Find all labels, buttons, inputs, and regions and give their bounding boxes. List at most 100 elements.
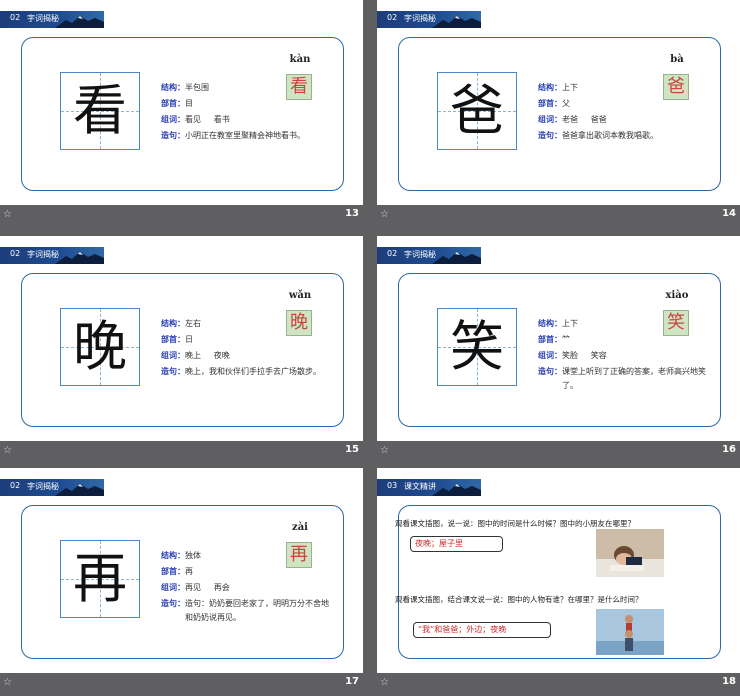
section-number: 02 [10,481,21,490]
structure-value: 独体 [185,551,201,560]
words-label: 组词： [161,351,185,360]
content-card: 看 kàn 看 结构： 半包围 部首：目 组词： 看见 看书 造句： 小明正在教室里聚… [21,37,344,191]
character-writing-grid: 晚 [60,308,140,386]
structure-value: 上下 [562,83,578,92]
star-icon[interactable]: ☆ [380,445,389,456]
section-band: 02 字词揭秘 [377,11,481,28]
slide-canvas: 02 字词揭秘 看 kàn 看 结构： 半包围 部首：目 组词： 看见 看书 造句：… [0,0,363,205]
structure-value: 上下 [562,319,578,328]
character-info: 结构： 上下 部首：⺮ 组词： 笑脸 笑容 造句： 课堂上听到了正确的答案，老师高兴地… [538,316,708,393]
section-title: 课文精讲 [404,482,436,491]
slide-number: 18 [722,676,736,687]
slide-number: 14 [722,208,736,219]
sentence-value: 小明正在教室里聚精会神地看书。 [185,131,305,140]
father-child-image [596,609,664,655]
slide-number: 15 [345,444,359,455]
slide-footer: ☆ 14 [377,205,740,228]
illustration-photo-2 [596,609,664,655]
sentence-value: 课堂上听到了正确的答案，老师高兴地笑了。 [562,367,706,390]
section-title: 字词揭秘 [404,14,436,23]
star-icon[interactable]: ☆ [3,445,12,456]
content-card: 爸 bà 爸 结构： 上下 部首：父 组词： 老爸 爸爸 造句： 爸爸拿出歌词本教我唱… [398,37,721,191]
words-label: 组词： [161,115,185,124]
section-band: 02 字词揭秘 [0,479,104,496]
main-character: 笑 [450,315,504,378]
content-card: 再 zài 再 结构： 独体 部首：再 组词： 再见 再会 造句： 造句：奶奶要回老家… [21,505,344,659]
structure-value: 半包围 [185,83,209,92]
child-reading-image [596,529,664,577]
section-band: 02 字词揭秘 [0,247,104,264]
section-band: 02 字词揭秘 [377,247,481,264]
pinyin-label: wǎn [288,290,312,301]
section-number: 03 [387,481,398,490]
structure-value: 左右 [185,319,201,328]
slide-thumbnail-16[interactable]: 02 字词揭秘 笑 xiào 笑 结构： 上下 部首：⺮ 组词： 笑脸 笑容 造句：… [377,236,740,464]
words-label: 组词： [161,583,185,592]
slide-thumbnail-17[interactable]: 02 字词揭秘 再 zài 再 结构： 独体 部首：再 组词： 再见 再会 造句：造… [0,468,363,696]
sentence-label: 造句： [538,131,562,140]
main-character: 再 [73,547,127,610]
main-character: 爸 [450,79,504,142]
slide-thumbnail-13[interactable]: 02 字词揭秘 看 kàn 看 结构： 半包围 部首：目 组词： 看见 看书 造句：… [0,0,363,228]
structure-label: 结构： [161,83,185,92]
illustration-photo-1 [596,529,664,577]
section-title: 字词揭秘 [27,250,59,259]
radical-value: 再 [185,567,193,576]
character-info: 结构： 左右 部首：日 组词： 晚上 夜晚 造句： 晚上，我和伙伴们手拉手去广场散步。 [161,316,331,380]
slide-footer: ☆ 17 [0,673,363,696]
sentence-value: 爸爸拿出歌词本教我唱歌。 [562,131,658,140]
words-label: 组词： [538,351,562,360]
pinyin-label: kàn [289,54,311,65]
character-writing-grid: 笑 [437,308,517,386]
pinyin-label: bà [670,54,684,65]
sentence-label: 造句： [161,599,185,608]
section-number: 02 [10,249,21,258]
words-value: 笑脸 笑容 [562,351,607,360]
section-number: 02 [10,13,21,22]
words-value: 晚上 夜晚 [185,351,230,360]
star-icon[interactable]: ☆ [3,209,12,220]
section-number: 02 [387,249,398,258]
pinyin-label: zài [292,522,308,533]
sentence-label: 造句： [161,367,185,376]
slide-footer: ☆ 18 [377,673,740,696]
slide-canvas: 02 字词揭秘 再 zài 再 结构： 独体 部首：再 组词： 再见 再会 造句：造… [0,468,363,673]
answer-bubble-2: “我”和爸爸；外边；夜晚 [413,622,551,638]
radical-label: 部首： [538,335,562,344]
sentence-label: 造句： [538,367,562,376]
radical-value: ⺮ [562,335,570,344]
words-value: 看见 看书 [185,115,230,124]
section-number: 02 [387,13,398,22]
slide-footer: ☆ 16 [377,441,740,464]
character-writing-grid: 看 [60,72,140,150]
slide-canvas: 02 字词揭秘 爸 bà 爸 结构： 上下 部首：父 组词： 老爸 爸爸 造句： 爸爸… [377,0,740,205]
words-value: 老爸 爸爸 [562,115,607,124]
question-2: 观看课文插图，结合课文说一说：图中的人物有谁？在哪里？是什么时间？ [395,595,643,604]
star-icon[interactable]: ☆ [380,209,389,220]
section-band: 02 字词揭秘 [0,11,104,28]
radical-label: 部首： [538,99,562,108]
answer-bubble-1: 夜晚；屋子里 [410,536,503,552]
answer-2-text: “我”和爸爸；外边；夜晚 [418,625,507,634]
slide-thumbnail-14[interactable]: 02 字词揭秘 爸 bà 爸 结构： 上下 部首：父 组词： 老爸 爸爸 造句： 爸爸… [377,0,740,228]
slide-thumbnail-15[interactable]: 02 字词揭秘 晚 wǎn 晚 结构： 左右 部首：日 组词： 晚上 夜晚 造句：晚… [0,236,363,464]
star-icon[interactable]: ☆ [380,677,389,688]
section-title: 字词揭秘 [27,14,59,23]
main-character: 看 [73,79,127,142]
question-1: 观看课文插图，说一说：图中的时间是什么时候？图中的小朋友在哪里？ [395,519,635,528]
answer-1-text: 夜晚；屋子里 [415,539,463,548]
character-writing-grid: 爸 [437,72,517,150]
main-character: 晚 [73,315,127,378]
radical-value: 父 [562,99,570,108]
slide-number: 16 [722,444,736,455]
character-info: 结构： 上下 部首：父 组词： 老爸 爸爸 造句： 爸爸拿出歌词本教我唱歌。 [538,80,708,144]
star-icon[interactable]: ☆ [3,677,12,688]
section-title: 字词揭秘 [27,482,59,491]
slide-thumbnail-18[interactable]: 03 课文精讲 观看课文插图，说一说：图中的时间是什么时候？图中的小朋友在哪里？… [377,468,740,696]
radical-label: 部首： [161,567,185,576]
slide-canvas: 02 字词揭秘 笑 xiào 笑 结构： 上下 部首：⺮ 组词： 笑脸 笑容 造句：… [377,236,740,441]
character-writing-grid: 再 [60,540,140,618]
pinyin-label: xiào [665,290,689,301]
sentence-label: 造句： [161,131,185,140]
content-card: 笑 xiào 笑 结构： 上下 部首：⺮ 组词： 笑脸 笑容 造句： 课堂上听到了正确… [398,273,721,427]
